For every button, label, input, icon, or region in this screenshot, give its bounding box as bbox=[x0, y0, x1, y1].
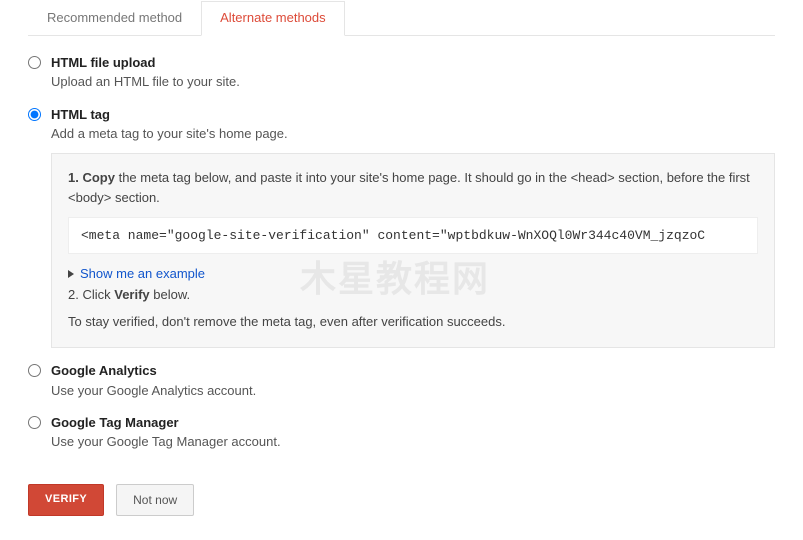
step-1: 1. Copy the meta tag below, and paste it… bbox=[68, 168, 758, 207]
verification-note: To stay verified, don't remove the meta … bbox=[68, 314, 758, 329]
option-title: Google Tag Manager bbox=[51, 414, 775, 432]
option-html-file: HTML file upload Upload an HTML file to … bbox=[28, 54, 775, 92]
option-desc: Add a meta tag to your site's home page. bbox=[51, 124, 775, 144]
radio-html-tag[interactable] bbox=[28, 108, 41, 121]
option-desc: Use your Google Analytics account. bbox=[51, 381, 775, 401]
option-title: HTML file upload bbox=[51, 54, 775, 72]
step-2-suffix: below. bbox=[150, 287, 190, 302]
tabs-bar: Recommended method Alternate methods bbox=[28, 0, 775, 36]
example-toggle[interactable]: Show me an example bbox=[68, 266, 758, 281]
option-google-analytics: Google Analytics Use your Google Analyti… bbox=[28, 362, 775, 400]
verification-options: HTML file upload Upload an HTML file to … bbox=[0, 54, 803, 452]
option-desc: Use your Google Tag Manager account. bbox=[51, 432, 775, 452]
radio-google-analytics[interactable] bbox=[28, 364, 41, 377]
instructions-panel: 1. Copy the meta tag below, and paste it… bbox=[51, 153, 775, 348]
example-link: Show me an example bbox=[80, 266, 205, 281]
radio-google-tag-manager[interactable] bbox=[28, 416, 41, 429]
verify-button[interactable]: VERIFY bbox=[28, 484, 104, 516]
option-desc: Upload an HTML file to your site. bbox=[51, 72, 775, 92]
step-1-bold: 1. Copy bbox=[68, 170, 115, 185]
not-now-button[interactable]: Not now bbox=[116, 484, 194, 516]
option-html-tag: HTML tag Add a meta tag to your site's h… bbox=[28, 106, 775, 349]
meta-tag-code[interactable]: <meta name="google-site-verification" co… bbox=[68, 217, 758, 254]
step-1-text: the meta tag below, and paste it into yo… bbox=[68, 170, 750, 205]
step-2-prefix: 2. Click bbox=[68, 287, 114, 302]
action-buttons: VERIFY Not now bbox=[0, 466, 803, 540]
step-2-bold: Verify bbox=[114, 287, 149, 302]
option-title: HTML tag bbox=[51, 106, 775, 124]
radio-html-file[interactable] bbox=[28, 56, 41, 69]
triangle-right-icon bbox=[68, 270, 74, 278]
option-title: Google Analytics bbox=[51, 362, 775, 380]
tab-alternate[interactable]: Alternate methods bbox=[201, 1, 345, 36]
tab-recommended[interactable]: Recommended method bbox=[28, 1, 201, 36]
option-google-tag-manager: Google Tag Manager Use your Google Tag M… bbox=[28, 414, 775, 452]
step-2: 2. Click Verify below. bbox=[68, 287, 758, 302]
